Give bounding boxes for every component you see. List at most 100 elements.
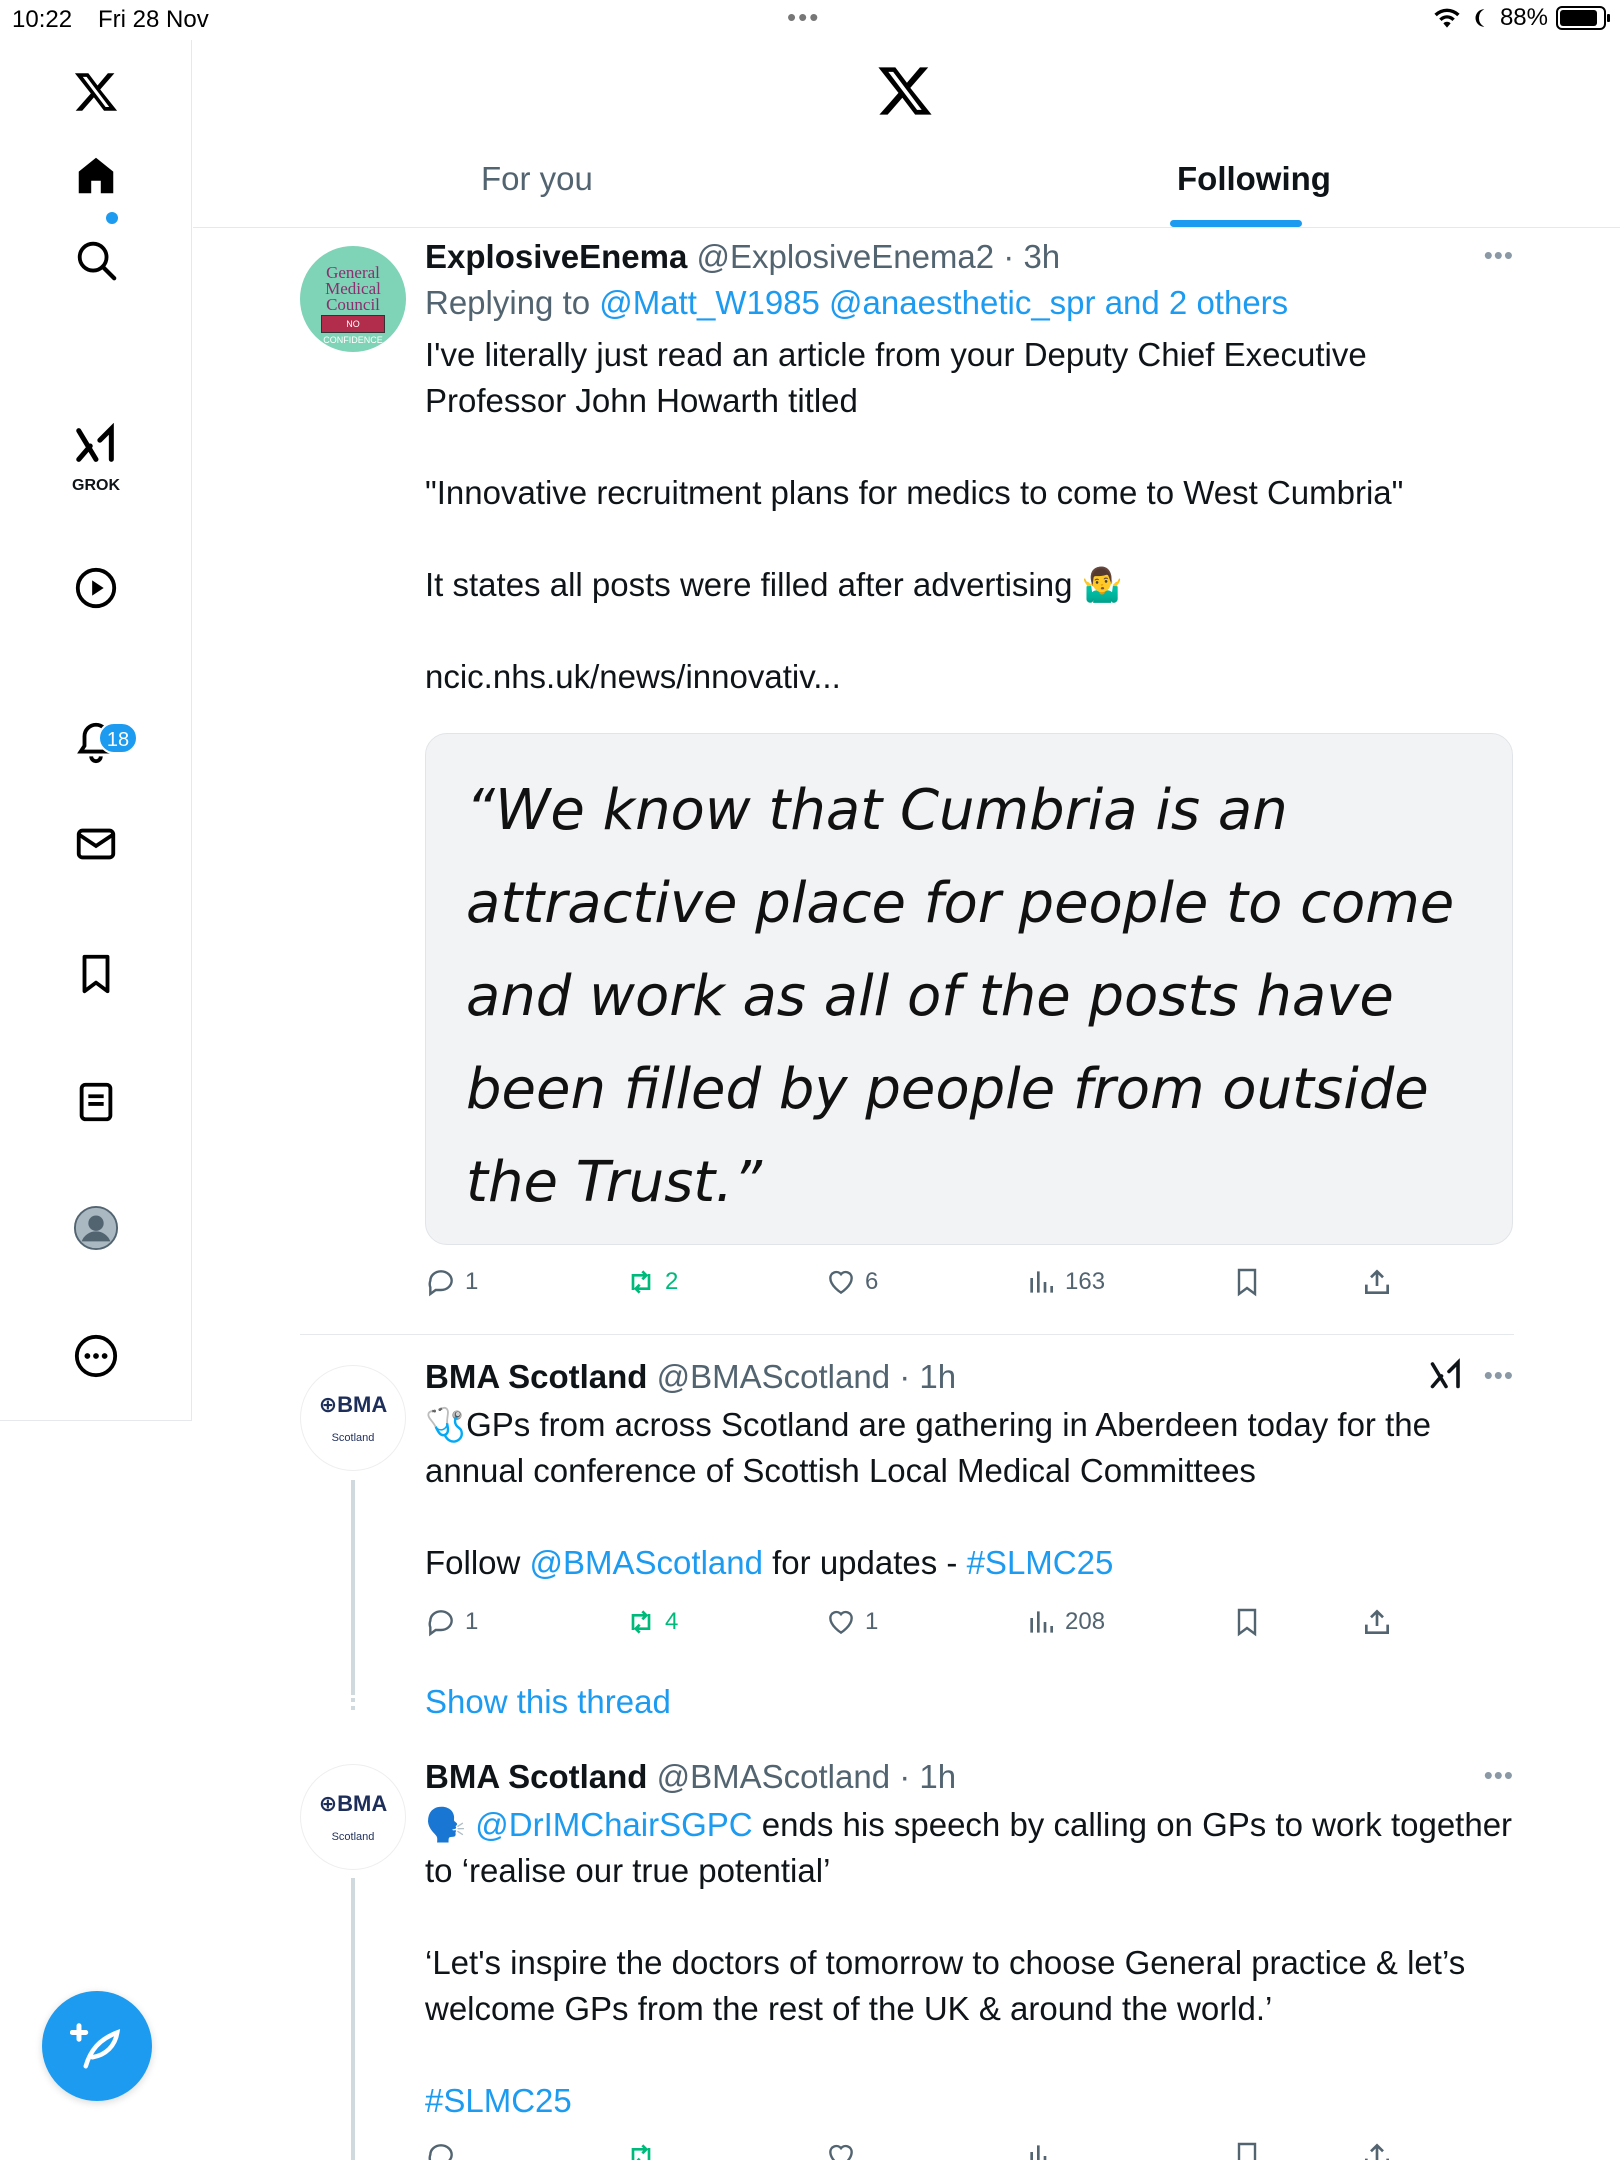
x-header-logo-icon[interactable]: [876, 62, 934, 125]
replying-to-mentions[interactable]: @Matt_W1985 @anaesthetic_spr and 2 other…: [599, 284, 1288, 321]
reply-count: 1: [465, 1608, 479, 1635]
tweet-more-icon[interactable]: •••: [1484, 1360, 1514, 1391]
view-count: 163: [1065, 1268, 1106, 1295]
status-time: 10:22: [12, 6, 73, 33]
tweet-actions: 1 4 1 208: [425, 1606, 1425, 1646]
more-options-icon[interactable]: [66, 1326, 126, 1386]
notifications-badge: 18: [98, 722, 138, 754]
like-button[interactable]: [825, 2140, 857, 2160]
speaking-head-emoji: 🗣️: [425, 1806, 476, 1843]
retweet-icon: [631, 1270, 651, 1294]
wifi-icon: [1434, 8, 1460, 28]
tweet-actions: 1 2 6 163: [425, 1266, 1425, 1306]
like-count: 6: [865, 1268, 879, 1295]
mention-link[interactable]: @DrIMChairSGPC: [475, 1806, 752, 1843]
reply-count: 1: [465, 1268, 479, 1295]
tweet-header: BMA Scotland @BMAScotland · 1h: [425, 1358, 1514, 1396]
tab-for-you[interactable]: For you: [481, 160, 593, 198]
search-icon[interactable]: [66, 230, 126, 290]
like-count: 1: [865, 1608, 879, 1635]
lists-icon[interactable]: [66, 1072, 126, 1132]
x-logo-icon[interactable]: [66, 62, 126, 122]
reply-button[interactable]: 1: [425, 1266, 478, 1298]
views-chart-icon: [1030, 2145, 1053, 2160]
tweet-bmascotland-1[interactable]: BMA Scotland @BMAScotland · 1h 🩺GPs from…: [300, 1358, 1514, 1586]
author-handle[interactable]: @ExplosiveEnema2 · 3h: [696, 238, 1060, 275]
reply-icon: [428, 1270, 453, 1297]
views-chart-icon: [1030, 1271, 1053, 1293]
multitasking-dots-icon[interactable]: •••: [787, 2, 820, 33]
status-date: Fri 28 Nov: [98, 6, 209, 33]
video-play-icon[interactable]: [66, 558, 126, 618]
grok-explain-icon[interactable]: [1428, 1358, 1464, 1402]
retweet-button[interactable]: 2: [625, 1266, 678, 1298]
tweet-explosiveenema[interactable]: ExplosiveEnema @ExplosiveEnema2 · 3h Rep…: [300, 238, 1514, 700]
views-chart-icon: [1030, 1611, 1053, 1633]
bookmark-button[interactable]: [1231, 2140, 1263, 2160]
battery-percent: 88%: [1499, 4, 1548, 31]
retweet-button[interactable]: 4: [625, 1606, 678, 1638]
bookmark-button[interactable]: [1231, 1266, 1263, 1298]
bookmarks-icon[interactable]: [66, 944, 126, 1004]
home-icon[interactable]: [66, 146, 126, 206]
compose-post-button[interactable]: [42, 1991, 152, 2101]
show-this-thread-link[interactable]: Show this thread: [425, 1683, 671, 1721]
author-name[interactable]: BMA Scotland: [425, 1758, 647, 1795]
thread-dotted-connector: [351, 1690, 355, 1714]
tweet-text-part: for updates -: [762, 1544, 967, 1581]
views-button[interactable]: 208: [1025, 1606, 1105, 1638]
hashtag-link[interactable]: #SLMC25: [425, 2082, 572, 2119]
like-button[interactable]: 1: [825, 1606, 878, 1638]
tweet-text: 🗣️ @DrIMChairSGPC ends his speech by cal…: [425, 1802, 1514, 2124]
hashtag-link[interactable]: #SLMC25: [967, 1544, 1114, 1581]
retweet-icon: [631, 1610, 651, 1634]
share-button[interactable]: [1361, 1266, 1393, 1298]
share-icon: [1365, 2143, 1389, 2160]
tweet-header: ExplosiveEnema @ExplosiveEnema2 · 3h: [425, 238, 1514, 276]
retweet-count: 4: [665, 1608, 679, 1635]
battery-icon: [1556, 6, 1610, 30]
like-button[interactable]: 6: [825, 1266, 878, 1298]
link-preview-card[interactable]: “We know that Cumbria is an attractive p…: [425, 733, 1513, 1245]
tweet-more-icon[interactable]: •••: [1484, 1760, 1514, 1791]
tweet-link[interactable]: ncic.nhs.uk/news/innovativ...: [425, 654, 1514, 700]
share-button[interactable]: [1361, 1606, 1393, 1638]
tweet-divider: [300, 1334, 1514, 1335]
grok-icon[interactable]: [66, 416, 126, 476]
moon-icon: [1475, 9, 1485, 27]
card-quote-text: “We know that Cumbria is an attractive p…: [466, 778, 1455, 1215]
tweet-more-icon[interactable]: •••: [1484, 240, 1514, 271]
tweet-actions-partial: [425, 2140, 1425, 2160]
tweet-text: I've literally just read an article from…: [425, 336, 1404, 603]
reply-button[interactable]: 1: [425, 1606, 478, 1638]
retweet-button[interactable]: [625, 2140, 657, 2160]
profile-avatar-icon[interactable]: [66, 1198, 126, 1258]
reply-icon: [428, 1610, 453, 1637]
author-name[interactable]: ExplosiveEnema: [425, 238, 687, 275]
share-icon: [1365, 1269, 1389, 1294]
reply-icon: [428, 2144, 453, 2160]
reply-button[interactable]: [425, 2140, 457, 2160]
retweet-icon: [631, 2144, 651, 2160]
author-name[interactable]: BMA Scotland: [425, 1358, 647, 1395]
views-button[interactable]: 163: [1025, 1266, 1105, 1298]
mention-link[interactable]: @BMAScotland: [530, 1544, 763, 1581]
bookmark-icon: [1237, 2142, 1257, 2160]
retweet-count: 2: [665, 1268, 679, 1295]
share-button[interactable]: [1361, 2140, 1393, 2160]
author-handle[interactable]: @BMAScotland · 1h: [657, 1358, 956, 1395]
tweet-text: 🩺GPs from across Scotland are gathering …: [425, 1402, 1514, 1586]
status-right: 88%: [1432, 4, 1610, 32]
bookmark-icon: [1237, 1268, 1257, 1297]
timeline-header: For you Following: [193, 40, 1620, 228]
bookmark-button[interactable]: [1231, 1606, 1263, 1638]
replying-to-label: Replying to: [425, 284, 591, 321]
views-button[interactable]: [1025, 2140, 1057, 2160]
author-handle[interactable]: @BMAScotland · 1h: [657, 1758, 956, 1795]
tweet-bmascotland-2[interactable]: BMA Scotland @BMAScotland · 1h 🗣️ @DrIMC…: [300, 1758, 1514, 2124]
heart-icon: [829, 1610, 853, 1635]
replying-to: Replying to @Matt_W1985 @anaesthetic_spr…: [425, 284, 1514, 322]
tab-following[interactable]: Following: [1177, 160, 1331, 198]
heart-icon: [829, 2144, 853, 2160]
messages-envelope-icon[interactable]: [66, 814, 126, 874]
